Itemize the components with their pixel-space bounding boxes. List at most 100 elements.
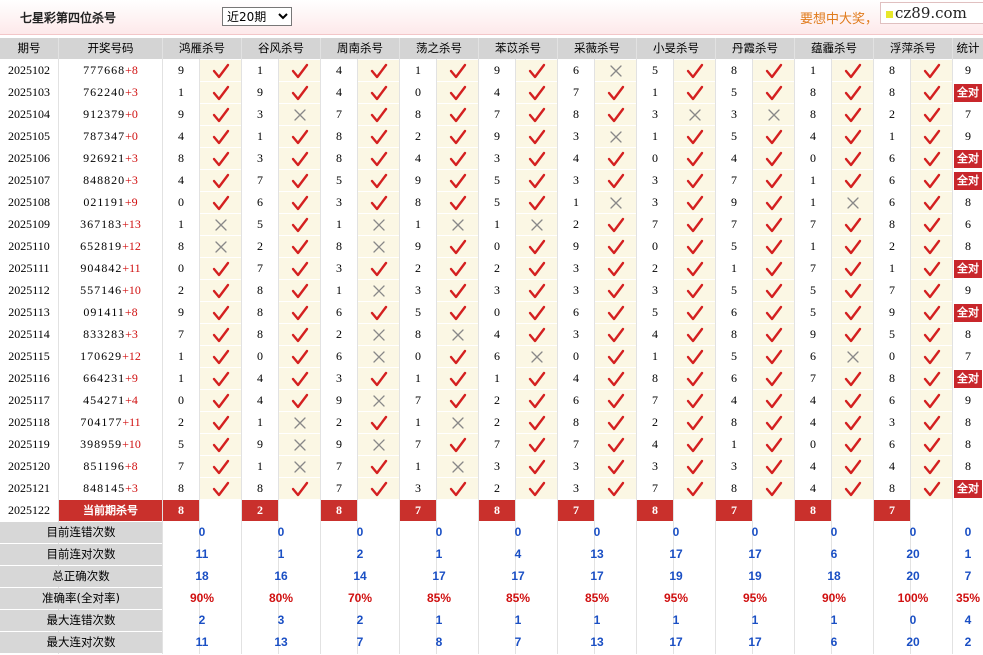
draw-digits: 021191 xyxy=(83,195,125,209)
check-icon xyxy=(765,349,782,365)
check-icon xyxy=(844,63,861,79)
check-icon xyxy=(370,107,387,123)
result-cell xyxy=(753,390,794,411)
period-select[interactable]: 近20期 xyxy=(222,7,292,26)
check-icon xyxy=(370,415,387,431)
result-cell xyxy=(437,302,478,323)
draw-digits: 833283 xyxy=(83,327,126,341)
pick-cell: 7 xyxy=(810,371,816,385)
pick-cell: 4 xyxy=(178,173,184,187)
draw-cell: 454271+4 xyxy=(59,390,162,411)
result-cell xyxy=(595,60,636,81)
result-cell xyxy=(437,346,478,367)
cross-icon xyxy=(451,461,464,473)
check-icon xyxy=(686,481,703,497)
pick-cell: 4 xyxy=(494,85,500,99)
stat-value: 11 xyxy=(195,635,209,649)
pick-cell: 1 xyxy=(415,459,421,473)
header-killer: 荡之杀号 xyxy=(400,38,478,59)
stat-value: 3 xyxy=(277,613,285,627)
result-cell xyxy=(279,126,320,147)
header-killer: 谷风杀号 xyxy=(242,38,320,59)
result-cell xyxy=(911,434,952,455)
total-cell: 全对 xyxy=(953,368,983,389)
result-cell xyxy=(437,456,478,477)
stat-total-value: 35% xyxy=(955,591,981,605)
pick-cell: 8 xyxy=(731,63,737,77)
result-cell xyxy=(358,104,399,125)
top-bar: 七星彩第四位杀号 近20期 要想中大奖， cz89.com xyxy=(0,0,983,35)
draw-sum: +4 xyxy=(125,393,138,407)
stat-value: 6 xyxy=(830,547,838,561)
cross-icon xyxy=(214,219,227,231)
issue-cell: 2025105 xyxy=(8,129,50,143)
result-cell xyxy=(753,170,794,191)
pick-cell: 3 xyxy=(652,459,658,473)
result-cell xyxy=(200,60,241,81)
pick-cell: 5 xyxy=(810,283,816,297)
check-icon xyxy=(923,129,940,145)
cross-icon xyxy=(372,241,385,253)
result-cell xyxy=(832,456,873,477)
result-cell xyxy=(358,236,399,257)
pick-cell: 3 xyxy=(652,107,658,121)
check-icon xyxy=(686,415,703,431)
check-icon xyxy=(528,129,545,145)
stat-value: 17 xyxy=(590,569,604,583)
kill-number-table: 期号 开奖号码 鸿雁杀号 谷风杀号 周南杀号 荡之杀号 苯苡杀号 采薇杀号 小旻杀号 丹霞杀号 蕴霾… xyxy=(0,38,983,654)
check-icon xyxy=(370,481,387,497)
result-cell xyxy=(753,456,794,477)
current-issue-cell: 2025122 xyxy=(8,503,50,517)
check-icon xyxy=(686,261,703,277)
result-cell xyxy=(200,280,241,301)
check-icon xyxy=(686,217,703,233)
result-cell xyxy=(832,390,873,411)
result-cell xyxy=(674,368,715,389)
result-cell xyxy=(437,324,478,345)
check-icon xyxy=(844,151,861,167)
check-icon xyxy=(607,85,624,101)
pick-cell: 4 xyxy=(257,371,263,385)
check-icon xyxy=(528,63,545,79)
total-cell: 全对 xyxy=(953,258,983,279)
check-icon xyxy=(607,393,624,409)
result-cell xyxy=(911,390,952,411)
cross-icon xyxy=(214,241,227,253)
pick-cell: 9 xyxy=(257,437,263,451)
check-icon xyxy=(212,459,229,475)
check-icon xyxy=(607,107,624,123)
stat-value: 85% xyxy=(505,591,531,605)
pick-cell: 6 xyxy=(810,349,816,363)
pick-cell: 9 xyxy=(889,305,895,319)
header-draw: 开奖号码 xyxy=(59,38,162,59)
pick-cell: 1 xyxy=(652,129,658,143)
current-pick-cell: 7 xyxy=(400,500,436,521)
result-cell xyxy=(911,280,952,301)
check-icon xyxy=(370,173,387,189)
check-icon xyxy=(686,129,703,145)
check-icon xyxy=(291,173,308,189)
cross-icon xyxy=(846,197,859,209)
check-icon xyxy=(923,481,940,497)
stat-value: 90% xyxy=(189,591,215,605)
result-cell xyxy=(674,148,715,169)
draw-cell: 367183+13 xyxy=(59,214,162,235)
result-cell xyxy=(437,82,478,103)
pick-cell: 1 xyxy=(889,129,895,143)
check-icon xyxy=(212,173,229,189)
promo-text[interactable]: 要想中大奖， xyxy=(800,8,878,27)
header-issue: 期号 xyxy=(0,38,58,59)
result-cell xyxy=(674,456,715,477)
result-cell xyxy=(516,170,557,191)
result-cell xyxy=(358,148,399,169)
stat-value: 1 xyxy=(593,613,601,627)
stat-total-value: 2 xyxy=(964,635,972,649)
draw-digits: 170629 xyxy=(80,349,123,363)
pick-cell: 4 xyxy=(810,459,816,473)
check-icon xyxy=(449,63,466,79)
result-cell xyxy=(911,324,952,345)
result-cell xyxy=(279,368,320,389)
site-logo[interactable]: cz89.com xyxy=(880,2,983,24)
check-icon xyxy=(844,327,861,343)
check-icon xyxy=(607,437,624,453)
